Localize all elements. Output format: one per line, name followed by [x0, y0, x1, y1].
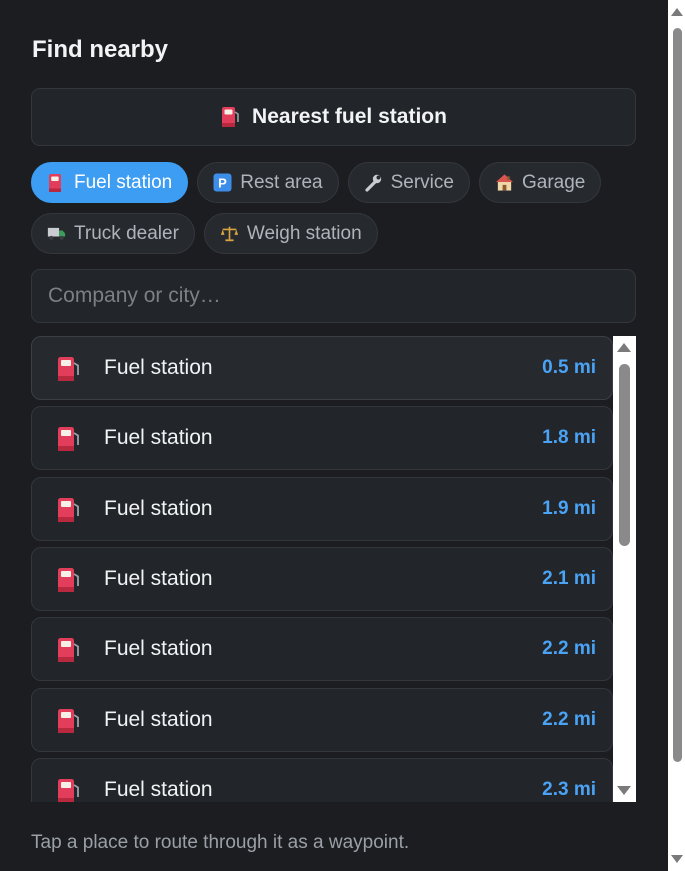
fuel-pump-icon [56, 355, 80, 383]
results-scrollbar-thumb[interactable] [619, 364, 630, 546]
result-row[interactable]: Fuel station 2.1 mi [31, 546, 613, 611]
page-scrollbar-thumb[interactable] [673, 28, 682, 762]
result-distance: 1.8 mi [542, 427, 596, 449]
result-label: Fuel station [104, 637, 213, 661]
chip-rest-area[interactable]: P Rest area [197, 162, 339, 203]
fuel-pump-icon [56, 707, 80, 735]
results-scrollbar[interactable] [613, 336, 636, 802]
fuel-pump-icon [56, 425, 80, 453]
chip-label: Truck dealer [74, 222, 179, 244]
fuel-pump-icon [56, 636, 80, 664]
result-distance: 1.9 mi [542, 497, 596, 519]
parking-icon: P [213, 173, 232, 192]
fuel-pump-icon [222, 107, 239, 127]
truck-icon [47, 224, 66, 243]
result-row[interactable]: Fuel station 0.5 mi [31, 336, 613, 400]
nearest-fuel-station-button[interactable]: Nearest fuel station [31, 88, 636, 146]
category-filter-chips: Fuel station P Rest area Service Garage … [31, 162, 641, 254]
chip-label: Garage [521, 171, 586, 193]
result-row[interactable]: Fuel station 2.3 mi [31, 757, 613, 802]
panel-title: Find nearby [32, 36, 169, 63]
result-label: Fuel station [104, 496, 213, 520]
page-scroll-down-arrow-icon[interactable] [671, 855, 683, 863]
scroll-up-arrow-icon[interactable] [617, 343, 631, 352]
result-distance: 2.1 mi [542, 567, 596, 589]
result-label: Fuel station [104, 426, 213, 450]
chip-garage[interactable]: Garage [478, 162, 602, 203]
fuel-pump-icon [47, 173, 66, 192]
chip-label: Weigh station [246, 222, 362, 244]
svg-text:P: P [218, 176, 227, 191]
chip-label: Fuel station [74, 171, 173, 193]
result-row[interactable]: Fuel station 1.9 mi [31, 476, 613, 541]
result-row[interactable]: Fuel station 2.2 mi [31, 617, 613, 682]
result-distance: 2.3 mi [542, 778, 596, 800]
wrench-icon [364, 173, 383, 192]
fuel-pump-icon [56, 566, 80, 594]
waypoint-hint: Tap a place to route through it as a way… [31, 832, 410, 853]
result-label: Fuel station [104, 356, 213, 379]
result-row[interactable]: Fuel station 1.8 mi [31, 406, 613, 471]
page-scrollbar[interactable] [668, 0, 685, 871]
chip-label: Service [390, 171, 454, 193]
chip-label: Rest area [240, 171, 323, 193]
results-list[interactable]: Fuel station 0.5 mi Fuel station 1.8 mi Fuel… [31, 336, 636, 802]
result-label: Fuel station [104, 707, 213, 731]
result-distance: 2.2 mi [542, 638, 596, 660]
page-scroll-up-arrow-icon[interactable] [671, 8, 683, 16]
chip-service[interactable]: Service [347, 162, 470, 203]
find-nearby-panel: Find nearby Nearest fuel station Fuel st… [0, 0, 668, 871]
fuel-pump-icon [56, 777, 80, 802]
result-label: Fuel station [104, 777, 213, 801]
chip-weigh-station[interactable]: Weigh station [203, 213, 378, 254]
house-icon [495, 173, 514, 192]
result-row[interactable]: Fuel station 2.2 mi [31, 687, 613, 752]
scroll-down-arrow-icon[interactable] [617, 786, 631, 795]
nearest-button-label: Nearest fuel station [252, 105, 447, 128]
fuel-pump-icon [56, 496, 80, 524]
chip-fuel-station[interactable]: Fuel station [31, 162, 189, 203]
result-distance: 0.5 mi [542, 357, 596, 378]
result-distance: 2.2 mi [542, 708, 596, 730]
result-label: Fuel station [104, 566, 213, 590]
scales-icon [220, 224, 239, 243]
search-input[interactable] [31, 269, 636, 323]
chip-truck-dealer[interactable]: Truck dealer [31, 213, 195, 254]
